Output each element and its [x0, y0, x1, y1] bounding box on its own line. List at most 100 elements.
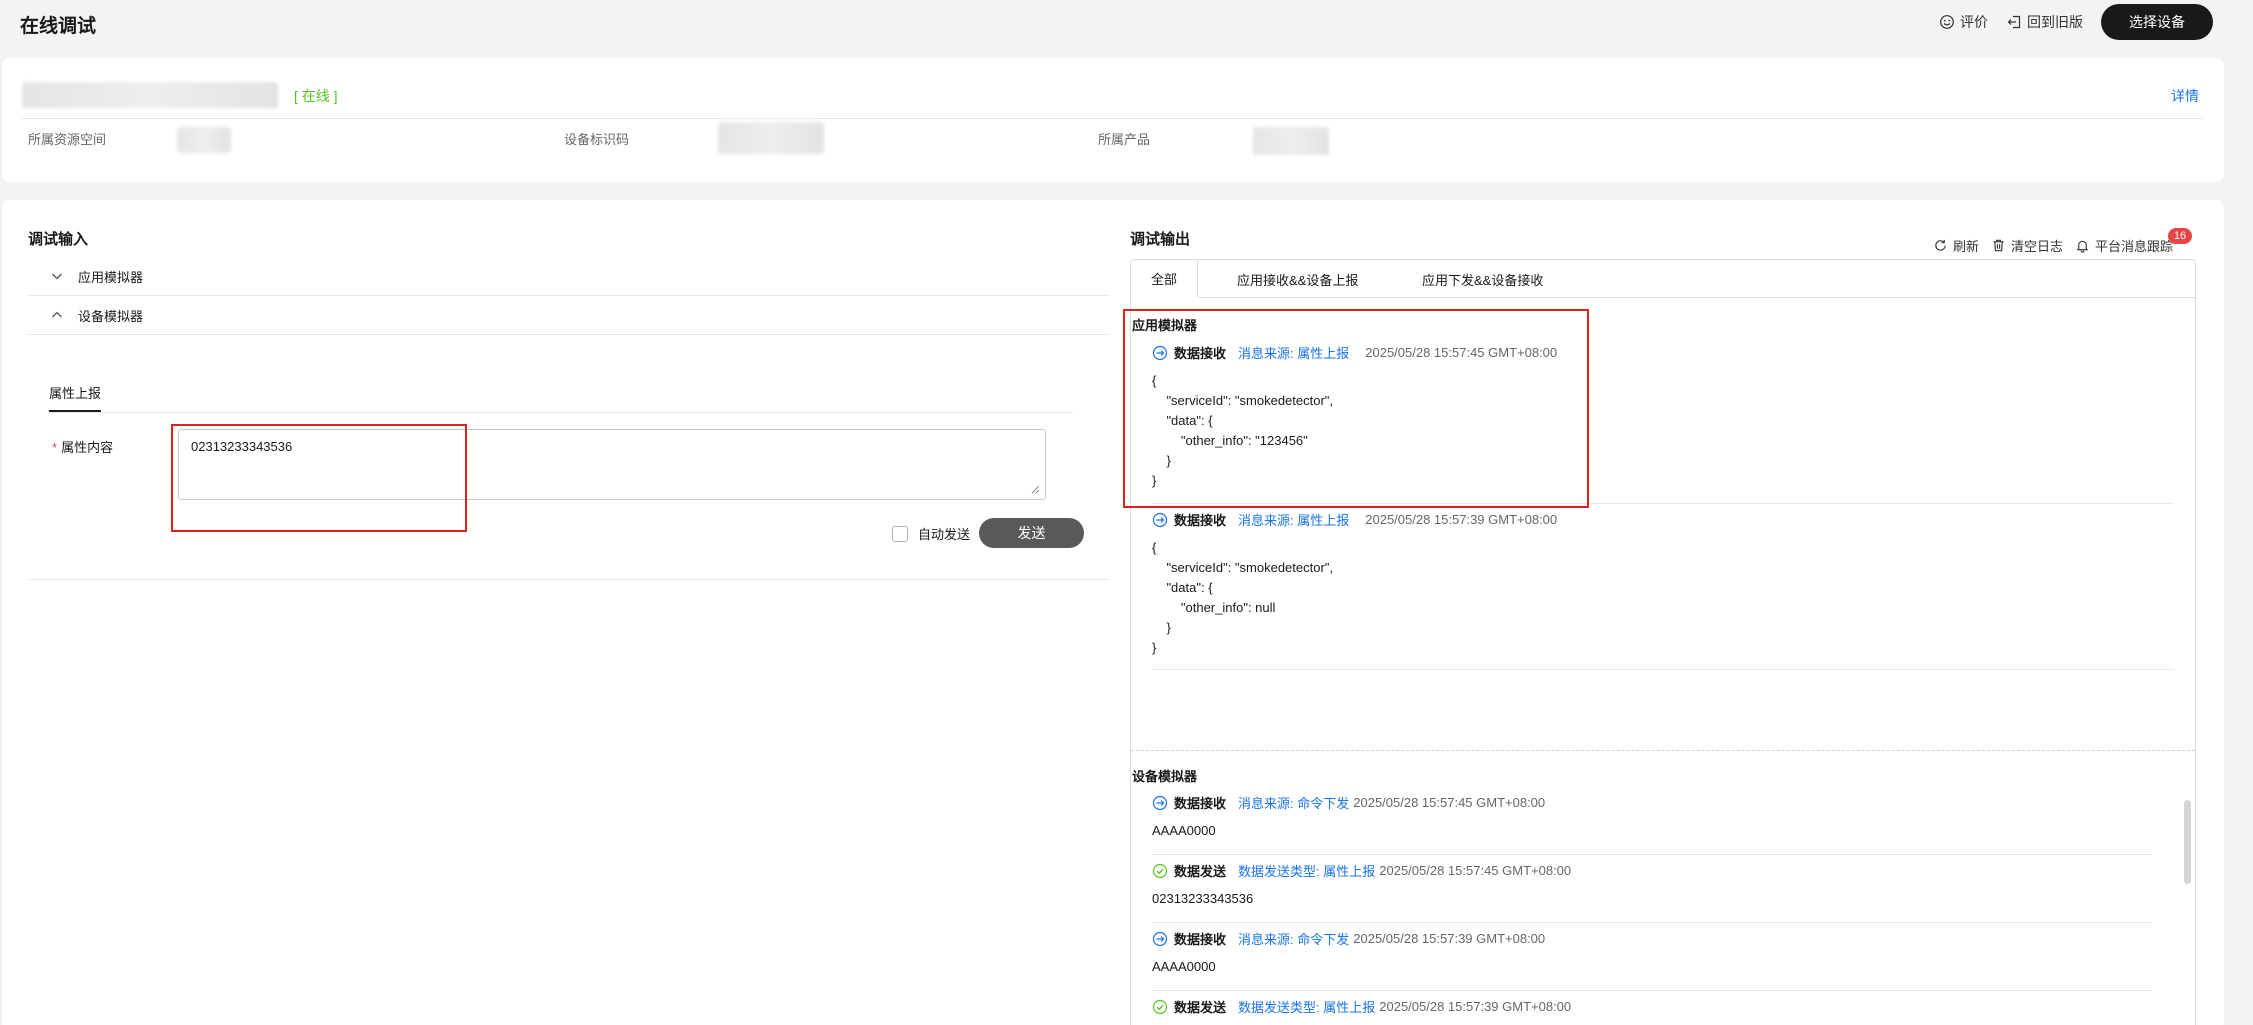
device-id-value-redacted — [718, 122, 824, 154]
divider — [1152, 990, 2152, 991]
log-time: 2025/05/28 15:57:39 GMT+08:00 — [1353, 931, 1546, 946]
log-type: 数据接收 — [1174, 796, 1227, 811]
device-simulator-accordion[interactable]: 设备模拟器 — [28, 296, 1110, 335]
device-simulator-group-title: 设备模拟器 — [1132, 769, 1198, 784]
log-time: 2025/05/28 15:57:45 GMT+08:00 — [1379, 863, 1572, 878]
log-entry-header: 数据发送 数据发送类型: 属性上报 2025/05/28 15:57:39 GM… — [1152, 997, 1571, 1016]
log-source[interactable]: 数据发送类型: 属性上报 — [1238, 997, 1375, 1016]
auto-send-label: 自动发送 — [918, 527, 971, 542]
resize-handle-icon[interactable] — [1030, 484, 1040, 494]
log-body: { "serviceId": "smokedetector", "data": … — [1152, 540, 1334, 655]
online-status: [ 在线 ] — [294, 88, 338, 104]
product-label: 所属产品 — [1098, 132, 1151, 147]
back-old-version-link[interactable]: 回到旧版 — [2006, 12, 2083, 32]
log-body: { "serviceId": "smokedetector", "data": … — [1152, 373, 1334, 488]
log-time: 2025/05/28 15:57:45 GMT+08:00 — [1365, 345, 1558, 360]
divider — [1152, 922, 2152, 923]
required-mark: * — [52, 440, 58, 455]
log-time: 2025/05/28 15:57:39 GMT+08:00 — [1379, 999, 1572, 1014]
property-content-text: 属性内容 — [61, 440, 114, 455]
chevron-up-icon — [52, 311, 62, 318]
trash-icon — [1993, 239, 2004, 252]
product-value-redacted — [1253, 127, 1329, 155]
device-info-card — [2, 58, 2224, 182]
rate-link[interactable]: 评价 — [1939, 12, 1988, 32]
output-tabs: 全部 应用接收&&设备上报 应用下发&&设备接收 — [1131, 260, 2195, 298]
scrollbar-thumb[interactable] — [2184, 800, 2191, 884]
tab-underline — [49, 412, 1073, 413]
refresh-button[interactable]: 刷新 — [1933, 236, 1979, 255]
refresh-icon — [1935, 239, 1946, 251]
top-bar: 在线调试 评价 回到旧版 选择设备 — [0, 0, 2253, 46]
receive-arrow-icon — [1152, 345, 1168, 360]
send-button[interactable]: 发送 — [979, 518, 1084, 548]
divider — [1152, 503, 2174, 504]
log-entry-header: 数据接收 消息来源: 命令下发 2025/05/28 15:57:45 GMT+… — [1152, 793, 1545, 812]
tab-app-send-device-receive[interactable]: 应用下发&&设备接收 — [1422, 260, 1543, 298]
check-circle-icon — [1152, 863, 1168, 878]
auto-send-checkbox[interactable] — [892, 525, 908, 542]
device-simulator-label: 设备模拟器 — [78, 308, 144, 324]
log-entry-header: 数据接收 消息来源: 属性上报 2025/05/28 15:57:39 GMT+… — [1152, 510, 1557, 529]
page-title: 在线调试 — [20, 16, 97, 37]
clear-log-button[interactable]: 清空日志 — [1991, 236, 2063, 255]
select-device-button[interactable]: 选择设备 — [2101, 4, 2213, 40]
detail-link[interactable]: 详情 — [2171, 86, 2199, 106]
log-type: 数据发送 — [1174, 1000, 1227, 1015]
log-body: AAAA0000 — [1152, 823, 1216, 838]
divider — [28, 579, 1110, 580]
exit-icon — [2007, 15, 2021, 29]
log-body: AAAA0000 — [1152, 959, 1216, 974]
message-trace-label: 平台消息跟踪 — [2094, 239, 2173, 254]
clear-log-label: 清空日志 — [2010, 239, 2063, 254]
log-source[interactable]: 数据发送类型: 属性上报 — [1238, 861, 1375, 880]
refresh-label: 刷新 — [1952, 239, 1979, 254]
log-time: 2025/05/28 15:57:45 GMT+08:00 — [1353, 795, 1546, 810]
receive-arrow-icon — [1152, 795, 1168, 810]
back-label: 回到旧版 — [2027, 14, 2083, 30]
notification-badge: 16 — [2168, 228, 2192, 244]
message-trace-button[interactable]: 平台消息跟踪 — [2075, 236, 2173, 255]
log-entry-header: 数据接收 消息来源: 命令下发 2025/05/28 15:57:39 GMT+… — [1152, 929, 1545, 948]
tab-property-report[interactable]: 属性上报 — [49, 383, 102, 412]
group-divider — [1131, 750, 2195, 751]
log-time: 2025/05/28 15:57:39 GMT+08:00 — [1365, 512, 1558, 527]
log-type: 数据接收 — [1174, 513, 1227, 528]
output-actions: 刷新 清空日志 平台消息跟踪 — [1933, 236, 2173, 255]
output-panel: 全部 应用接收&&设备上报 应用下发&&设备接收 应用模拟器 数据接收 消息来源… — [1130, 259, 2196, 1025]
app-simulator-label: 应用模拟器 — [78, 269, 144, 285]
device-name-redacted — [22, 82, 278, 108]
debug-input-title: 调试输入 — [28, 231, 89, 248]
log-source[interactable]: 消息来源: 命令下发 — [1238, 929, 1349, 948]
log-source[interactable]: 消息来源: 属性上报 — [1238, 510, 1349, 529]
log-type: 数据接收 — [1174, 346, 1227, 361]
auto-send-toggle[interactable]: 自动发送 — [892, 524, 970, 543]
bell-icon — [2076, 240, 2089, 253]
app-simulator-group-title: 应用模拟器 — [1132, 318, 1198, 333]
log-entry-header: 数据接收 消息来源: 属性上报 2025/05/28 15:57:45 GMT+… — [1152, 343, 1557, 362]
log-body: 02313233343536 — [1152, 891, 1254, 906]
property-content-label: * 属性内容 — [52, 437, 113, 456]
rate-label: 评价 — [1960, 14, 1988, 30]
app-simulator-accordion[interactable]: 应用模拟器 — [28, 257, 1110, 296]
smile-icon — [1940, 15, 1954, 29]
property-content-input[interactable]: 02313233343536 — [178, 429, 1046, 500]
log-type: 数据发送 — [1174, 864, 1227, 879]
log-source[interactable]: 消息来源: 命令下发 — [1238, 793, 1349, 812]
check-circle-icon — [1152, 999, 1168, 1014]
device-id-label: 设备标识码 — [564, 132, 630, 147]
log-entry-header: 数据发送 数据发送类型: 属性上报 2025/05/28 15:57:45 GM… — [1152, 861, 1571, 880]
resource-space-value-redacted — [177, 127, 231, 153]
log-type: 数据接收 — [1174, 932, 1227, 947]
resource-space-label: 所属资源空间 — [28, 132, 107, 147]
log-source[interactable]: 消息来源: 属性上报 — [1238, 343, 1349, 362]
divider — [1152, 854, 2152, 855]
receive-arrow-icon — [1152, 512, 1168, 527]
divider — [1152, 669, 2174, 670]
divider — [22, 118, 2203, 119]
tab-app-receive-device-report[interactable]: 应用接收&&设备上报 — [1237, 260, 1358, 298]
debug-output-title: 调试输出 — [1130, 231, 1191, 248]
top-actions: 评价 回到旧版 选择设备 — [1939, 4, 2213, 40]
tab-all[interactable]: 全部 — [1131, 260, 1199, 298]
chevron-down-icon — [52, 273, 62, 280]
